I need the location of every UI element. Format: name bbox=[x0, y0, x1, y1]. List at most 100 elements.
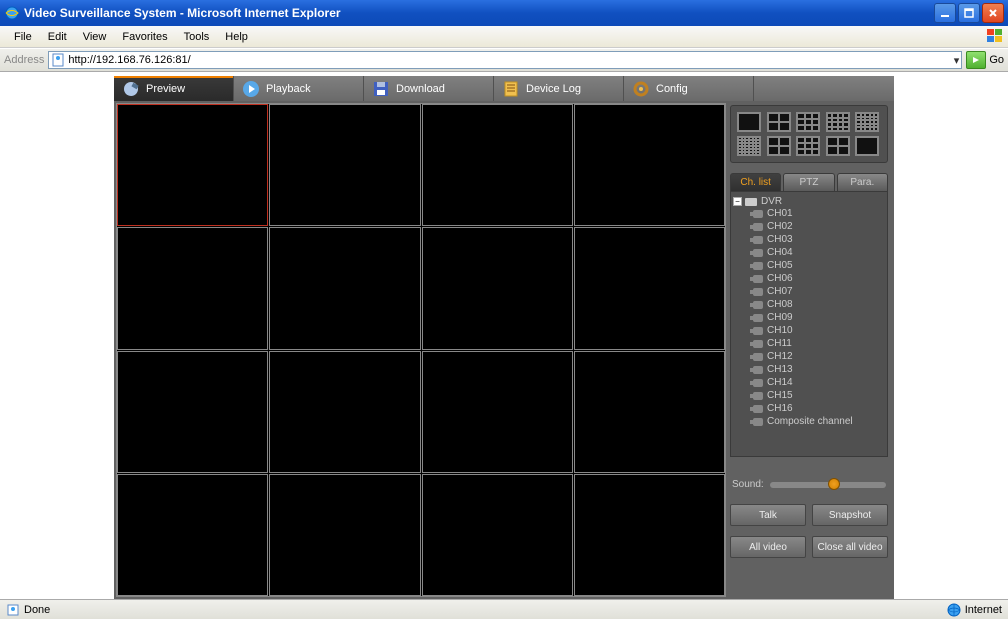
tree-item-ch11[interactable]: CH11 bbox=[733, 337, 885, 350]
camera-icon bbox=[753, 236, 763, 244]
video-cell-14[interactable] bbox=[269, 474, 420, 596]
tree-item-ch02[interactable]: CH02 bbox=[733, 220, 885, 233]
video-cell-15[interactable] bbox=[422, 474, 573, 596]
layout-1[interactable] bbox=[737, 112, 761, 132]
video-cell-4[interactable] bbox=[574, 104, 725, 226]
tab-preview[interactable]: Preview bbox=[114, 76, 234, 101]
layout-alt-3[interactable] bbox=[826, 136, 850, 156]
tree-item-ch10[interactable]: CH10 bbox=[733, 324, 885, 337]
video-cell-11[interactable] bbox=[422, 351, 573, 473]
video-cell-16[interactable] bbox=[574, 474, 725, 596]
tree-item-label: CH13 bbox=[767, 364, 793, 375]
video-cell-8[interactable] bbox=[574, 227, 725, 349]
tree-item-ch15[interactable]: CH15 bbox=[733, 389, 885, 402]
tab-download[interactable]: Download bbox=[364, 76, 494, 101]
menu-edit[interactable]: Edit bbox=[40, 29, 75, 45]
layout-alt-2[interactable] bbox=[796, 136, 820, 156]
video-cell-7[interactable] bbox=[422, 227, 573, 349]
address-label: Address bbox=[4, 54, 44, 66]
tree-collapse-icon[interactable]: − bbox=[733, 197, 742, 206]
tree-item-label: CH16 bbox=[767, 403, 793, 414]
video-grid bbox=[116, 103, 726, 597]
tree-root-dvr[interactable]: − DVR bbox=[733, 196, 885, 207]
window-title: Video Surveillance System - Microsoft In… bbox=[24, 6, 934, 20]
subtab-ptz[interactable]: PTZ bbox=[783, 173, 834, 191]
subtab-para[interactable]: Para. bbox=[837, 173, 888, 191]
surveillance-app: Preview Playback Download Device Log Con… bbox=[114, 76, 894, 599]
camera-icon bbox=[753, 366, 763, 374]
camera-icon bbox=[753, 340, 763, 348]
menu-view[interactable]: View bbox=[75, 29, 115, 45]
subtab-channel-list[interactable]: Ch. list bbox=[730, 173, 781, 191]
tree-item-label: CH08 bbox=[767, 299, 793, 310]
camera-icon bbox=[753, 379, 763, 387]
camera-icon bbox=[753, 223, 763, 231]
video-cell-12[interactable] bbox=[574, 351, 725, 473]
right-panel: Ch. list PTZ Para. − DVR CH01CH02CH03CH0… bbox=[726, 101, 892, 599]
layout-alt-1[interactable] bbox=[767, 136, 791, 156]
layout-36[interactable] bbox=[737, 136, 761, 156]
camera-icon bbox=[753, 405, 763, 413]
tree-item-ch12[interactable]: CH12 bbox=[733, 350, 885, 363]
sound-slider[interactable] bbox=[770, 482, 886, 488]
video-cell-2[interactable] bbox=[269, 104, 420, 226]
sound-slider-thumb[interactable] bbox=[828, 478, 840, 490]
video-cell-5[interactable] bbox=[117, 227, 268, 349]
layout-16[interactable] bbox=[826, 112, 850, 132]
talk-button[interactable]: Talk bbox=[730, 504, 806, 526]
close-all-video-button[interactable]: Close all video bbox=[812, 536, 888, 558]
tree-item-ch05[interactable]: CH05 bbox=[733, 259, 885, 272]
address-input[interactable]: http://192.168.76.126:81/ ▾ bbox=[48, 51, 962, 69]
tree-item-ch13[interactable]: CH13 bbox=[733, 363, 885, 376]
ie-icon bbox=[4, 5, 20, 21]
camera-icon bbox=[753, 392, 763, 400]
camera-icon bbox=[753, 275, 763, 283]
tree-item-ch16[interactable]: CH16 bbox=[733, 402, 885, 415]
maximize-button[interactable] bbox=[958, 3, 980, 23]
menu-favorites[interactable]: Favorites bbox=[114, 29, 175, 45]
tree-item-ch07[interactable]: CH07 bbox=[733, 285, 885, 298]
tab-playback[interactable]: Playback bbox=[234, 76, 364, 101]
browser-content: Preview Playback Download Device Log Con… bbox=[0, 72, 1008, 599]
tree-item-label: CH12 bbox=[767, 351, 793, 362]
channel-tree: − DVR CH01CH02CH03CH04CH05CH06CH07CH08CH… bbox=[730, 191, 888, 457]
camera-icon bbox=[753, 314, 763, 322]
tree-item-ch03[interactable]: CH03 bbox=[733, 233, 885, 246]
tree-item-label: CH11 bbox=[767, 338, 792, 349]
video-cell-3[interactable] bbox=[422, 104, 573, 226]
tree-item-ch01[interactable]: CH01 bbox=[733, 207, 885, 220]
windows-logo-icon bbox=[986, 28, 1004, 44]
tree-item-label: CH07 bbox=[767, 286, 793, 297]
go-button[interactable] bbox=[966, 51, 986, 69]
go-label: Go bbox=[989, 54, 1004, 66]
tree-item-composite-channel[interactable]: Composite channel bbox=[733, 415, 885, 428]
tree-item-label: CH10 bbox=[767, 325, 793, 336]
menu-help[interactable]: Help bbox=[217, 29, 256, 45]
tree-item-ch04[interactable]: CH04 bbox=[733, 246, 885, 259]
video-cell-6[interactable] bbox=[269, 227, 420, 349]
all-video-button[interactable]: All video bbox=[730, 536, 806, 558]
layout-25[interactable] bbox=[855, 112, 879, 132]
snapshot-button[interactable]: Snapshot bbox=[812, 504, 888, 526]
tree-item-ch14[interactable]: CH14 bbox=[733, 376, 885, 389]
camera-icon bbox=[753, 262, 763, 270]
menu-tools[interactable]: Tools bbox=[176, 29, 218, 45]
video-cell-10[interactable] bbox=[269, 351, 420, 473]
menubar: File Edit View Favorites Tools Help bbox=[0, 26, 1008, 48]
tree-item-ch08[interactable]: CH08 bbox=[733, 298, 885, 311]
address-dropdown-icon[interactable]: ▾ bbox=[954, 54, 960, 67]
tree-item-ch06[interactable]: CH06 bbox=[733, 272, 885, 285]
video-cell-13[interactable] bbox=[117, 474, 268, 596]
layout-4[interactable] bbox=[767, 112, 791, 132]
tree-item-ch09[interactable]: CH09 bbox=[733, 311, 885, 324]
video-cell-1[interactable] bbox=[117, 104, 268, 226]
tree-root-label: DVR bbox=[761, 196, 782, 207]
minimize-button[interactable] bbox=[934, 3, 956, 23]
layout-fullscreen[interactable] bbox=[855, 136, 879, 156]
video-cell-9[interactable] bbox=[117, 351, 268, 473]
tab-config[interactable]: Config bbox=[624, 76, 754, 101]
close-button[interactable] bbox=[982, 3, 1004, 23]
tab-device-log[interactable]: Device Log bbox=[494, 76, 624, 101]
menu-file[interactable]: File bbox=[6, 29, 40, 45]
layout-9[interactable] bbox=[796, 112, 820, 132]
